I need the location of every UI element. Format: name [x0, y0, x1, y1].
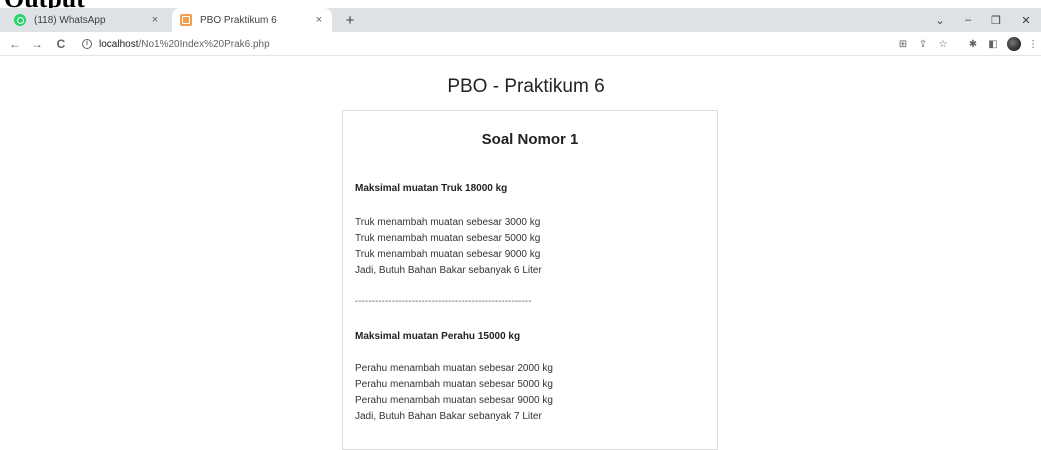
- bookmark-star-icon[interactable]: ☆: [934, 32, 952, 56]
- tab-title: PBO Praktikum 6: [200, 14, 277, 26]
- tab-strip: (118) WhatsApp × PBO Praktikum 6 × + ⌄ –…: [0, 8, 1041, 32]
- chevron-down-icon[interactable]: ⌄: [928, 8, 952, 32]
- list-item: Truk menambah muatan sebesar 9000 kg: [355, 249, 541, 260]
- page-title: PBO - Praktikum 6: [447, 76, 605, 97]
- tab-title: (118) WhatsApp: [34, 14, 106, 26]
- back-button[interactable]: ←: [6, 32, 24, 56]
- url-host: localhost: [99, 38, 139, 50]
- card-title: Soal Nomor 1: [481, 131, 579, 148]
- url-path: /No1%20Index%20Prak6.php: [138, 38, 270, 50]
- tab-pbo-praktikum[interactable]: PBO Praktikum 6 ×: [172, 8, 332, 32]
- list-item: Truk menambah muatan sebesar 3000 kg: [355, 217, 541, 228]
- forward-button[interactable]: →: [28, 32, 46, 56]
- close-window-button[interactable]: ✕: [1014, 8, 1038, 32]
- profile-avatar[interactable]: [1007, 37, 1021, 51]
- translate-icon[interactable]: ⊞: [894, 32, 912, 56]
- document-heading-fragment: Output: [0, 0, 1041, 8]
- address-bar[interactable]: i localhost/No1%20Index%20Prak6.php: [82, 35, 1022, 53]
- close-icon[interactable]: ×: [148, 14, 162, 26]
- share-icon[interactable]: ⇪: [914, 32, 932, 56]
- list-item: Perahu menambah muatan sebesar 9000 kg: [355, 395, 553, 406]
- reload-button[interactable]: C: [52, 32, 70, 56]
- list-item: Jadi, Butuh Bahan Bakar sebanyak 7 Liter: [355, 411, 542, 422]
- tab-whatsapp[interactable]: (118) WhatsApp ×: [8, 8, 168, 32]
- perahu-lines: Perahu menambah muatan sebesar 2000 kg P…: [355, 361, 553, 425]
- new-tab-button[interactable]: +: [340, 8, 360, 32]
- list-item: Perahu menambah muatan sebesar 5000 kg: [355, 379, 553, 390]
- list-item: Truk menambah muatan sebesar 5000 kg: [355, 233, 541, 244]
- list-item: Perahu menambah muatan sebesar 2000 kg: [355, 363, 553, 374]
- side-panel-icon[interactable]: ◧: [984, 32, 1002, 56]
- maximize-button[interactable]: ❐: [984, 8, 1008, 32]
- truk-heading: Maksimal muatan Truk 18000 kg: [355, 183, 508, 194]
- minimize-button[interactable]: –: [956, 8, 980, 32]
- document-heading: Output: [4, 0, 85, 8]
- perahu-heading: Maksimal muatan Perahu 15000 kg: [355, 331, 521, 342]
- info-icon[interactable]: i: [82, 39, 92, 49]
- separator: ----------------------------------------…: [355, 296, 532, 307]
- list-item: Jadi, Butuh Bahan Bakar sebanyak 6 Liter: [355, 265, 542, 276]
- extensions-icon[interactable]: ✱: [964, 32, 982, 56]
- result-card: Soal Nomor 1 Maksimal muatan Truk 18000 …: [342, 110, 718, 450]
- truk-lines: Truk menambah muatan sebesar 3000 kg Tru…: [355, 215, 542, 279]
- close-icon[interactable]: ×: [312, 14, 326, 26]
- page-icon: [180, 14, 192, 26]
- browser-toolbar: ← → C i localhost/No1%20Index%20Prak6.ph…: [0, 32, 1041, 56]
- menu-icon[interactable]: ⋮: [1026, 32, 1040, 56]
- whatsapp-icon: [14, 14, 26, 26]
